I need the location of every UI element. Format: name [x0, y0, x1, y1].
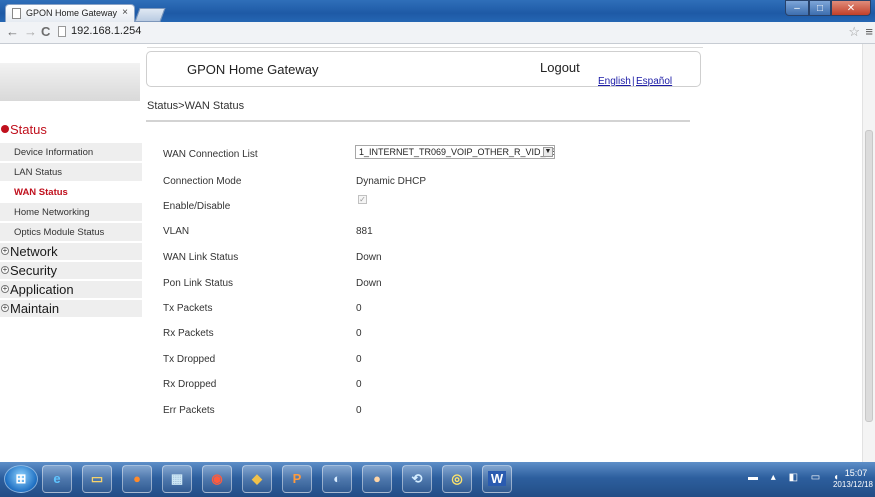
tx-packets-value: 0 — [356, 303, 362, 314]
divider — [147, 47, 703, 48]
sidebar-item-network[interactable]: + Network — [0, 243, 142, 260]
minimize-button[interactable]: – — [785, 0, 809, 16]
vlan-label: VLAN — [163, 226, 190, 237]
connection-mode-label: Connection Mode — [163, 176, 242, 187]
connection-mode-value: Dynamic DHCP — [356, 176, 427, 187]
sidebar-item-label: Network — [10, 244, 58, 259]
browser-toolbar: ← → C 192.168.1.254 ☆ ≡ — [0, 22, 875, 44]
bullet-icon — [1, 125, 9, 133]
sidebar-item-wan-status[interactable]: WAN Status — [0, 183, 142, 202]
calculator-icon[interactable]: ▦ — [162, 465, 192, 493]
windows-start-icon[interactable]: ⊞ — [4, 465, 38, 493]
tx-dropped-label: Tx Dropped — [163, 354, 216, 365]
clock-date[interactable]: 2013/12/18 — [831, 480, 875, 489]
expand-plus-icon: + — [1, 303, 9, 312]
err-packets-value: 0 — [356, 405, 362, 416]
people-icon[interactable]: ● — [362, 465, 392, 493]
rx-dropped-value: 0 — [356, 379, 362, 390]
tx-dropped-value: 0 — [356, 354, 362, 365]
wan-connection-select[interactable]: 1_INTERNET_TR069_VOIP_OTHER_R_VID_881 ▼ — [355, 145, 555, 159]
tab-title: GPON Home Gateway — [26, 8, 118, 18]
rx-packets-label: Rx Packets — [163, 328, 214, 339]
page-scrollbar[interactable] — [862, 44, 875, 462]
back-icon[interactable]: ← — [6, 25, 19, 39]
expand-plus-icon: + — [1, 246, 9, 255]
tx-packets-label: Tx Packets — [163, 303, 213, 314]
system-tray: ▬ ▴ ◧ ▭ ◖ 15:07 2013/12/18 — [745, 462, 875, 497]
breadcrumb: Status>WAN Status — [147, 100, 245, 112]
forward-icon[interactable]: → — [24, 25, 37, 39]
language-spanish-link[interactable]: Español — [636, 76, 672, 87]
page-favicon-icon — [12, 8, 21, 19]
reload-icon[interactable]: C — [41, 25, 50, 39]
chevron-down-icon: ▼ — [543, 147, 553, 157]
tab-close-icon[interactable]: × — [122, 7, 128, 18]
language-separator: | — [632, 76, 635, 87]
expand-plus-icon: + — [1, 265, 9, 274]
firefox-icon[interactable]: ● — [122, 465, 152, 493]
sidebar-item-application[interactable]: + Application — [0, 281, 142, 298]
divider — [146, 120, 690, 122]
sidebar-item-label: Application — [10, 282, 74, 297]
expand-plus-icon: + — [1, 284, 9, 293]
sidebar-item-optics-module-status[interactable]: Optics Module Status — [0, 223, 142, 242]
sidebar-item-label: Status — [10, 122, 47, 137]
new-tab-button[interactable] — [134, 8, 166, 22]
window-controls: – □ ✕ — [785, 0, 871, 18]
sidebar-header-band — [0, 63, 140, 101]
taskbar: ⊞ e ▭ ● ▦ ◉ ◆ P ◐ ● ⟲ ◎ W ▬ ▴ ◧ ▭ ◖ 15:0… — [0, 462, 875, 497]
browser-tab[interactable]: GPON Home Gateway × — [5, 4, 135, 22]
enable-disable-label: Enable/Disable — [163, 201, 231, 212]
sidebar-item-maintain[interactable]: + Maintain — [0, 300, 142, 317]
menu-icon[interactable]: ≡ — [865, 24, 873, 39]
internet-explorer-icon[interactable]: e — [42, 465, 72, 493]
rx-dropped-label: Rx Dropped — [163, 379, 217, 390]
sidebar-item-label: Maintain — [10, 301, 60, 316]
notes-icon[interactable]: ◆ — [242, 465, 272, 493]
sidebar-item-security[interactable]: + Security — [0, 262, 142, 279]
remote-icon[interactable]: ⟲ — [402, 465, 432, 493]
err-packets-label: Err Packets — [163, 405, 215, 416]
sidebar-item-lan-status[interactable]: LAN Status — [0, 163, 142, 182]
language-english-link[interactable]: English — [598, 76, 631, 87]
page-icon — [58, 26, 66, 37]
tray-icons[interactable]: ▬ ▴ ◧ ▭ ◖ — [748, 472, 844, 483]
logout-link[interactable]: Logout — [540, 60, 580, 75]
page-content: GPON Home Gateway Logout English | Españ… — [0, 44, 875, 462]
address-bar[interactable]: 192.168.1.254 — [58, 25, 848, 40]
close-window-button[interactable]: ✕ — [831, 0, 871, 16]
vlan-value: 881 — [356, 226, 373, 237]
pon-link-status-value: Down — [356, 278, 382, 289]
wan-connection-select-value: 1_INTERNET_TR069_VOIP_OTHER_R_VID_881 — [359, 147, 555, 157]
word-icon[interactable]: W — [482, 465, 512, 493]
media-icon[interactable]: ◐ — [322, 465, 352, 493]
powerpoint-icon[interactable]: P — [282, 465, 312, 493]
wan-link-status-label: WAN Link Status — [163, 252, 239, 263]
maximize-button[interactable]: □ — [809, 0, 831, 16]
enable-checkbox[interactable]: ✓ — [358, 195, 367, 204]
browser-titlebar: GPON Home Gateway × – □ ✕ — [0, 0, 875, 22]
wan-link-status-value: Down — [356, 252, 382, 263]
star-icon[interactable]: ☆ — [848, 24, 860, 40]
sidebar-item-status[interactable]: Status — [0, 121, 142, 138]
file-explorer-icon[interactable]: ▭ — [82, 465, 112, 493]
gateway-header: GPON Home Gateway Logout English | Españ… — [146, 51, 701, 87]
pon-link-status-label: Pon Link Status — [163, 278, 234, 289]
sidebar: Status Device Information LAN Status WAN… — [0, 121, 142, 318]
clock-time[interactable]: 15:07 — [839, 468, 873, 478]
wan-connection-list-label: WAN Connection List — [163, 149, 258, 160]
sidebar-item-home-networking[interactable]: Home Networking — [0, 203, 142, 222]
sidebar-item-device-information[interactable]: Device Information — [0, 143, 142, 162]
rx-packets-value: 0 — [356, 328, 362, 339]
scrollbar-thumb[interactable] — [865, 130, 873, 422]
app-icon[interactable]: ◎ — [442, 465, 472, 493]
chrome-icon[interactable]: ◉ — [202, 465, 232, 493]
url-text[interactable]: 192.168.1.254 — [71, 25, 141, 37]
sidebar-item-label: Security — [10, 263, 57, 278]
page-title: GPON Home Gateway — [187, 62, 319, 77]
